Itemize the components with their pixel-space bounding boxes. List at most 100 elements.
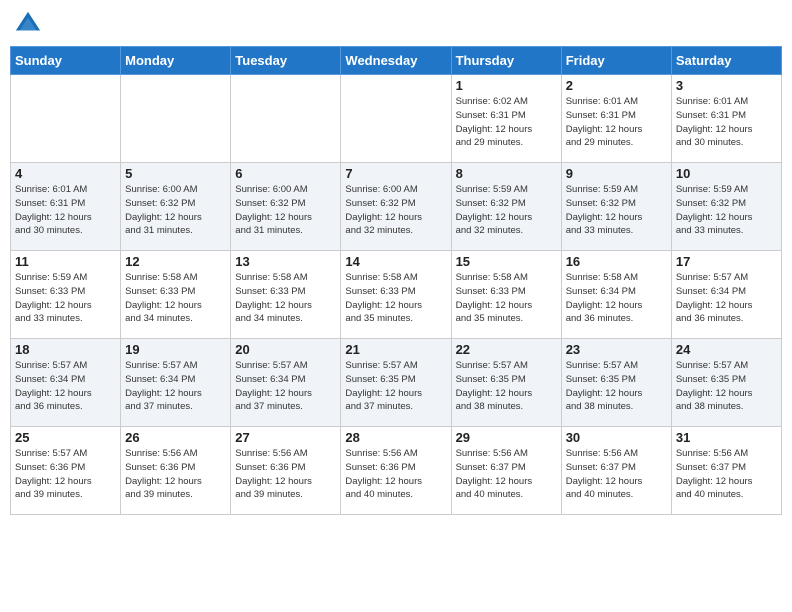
logo-icon <box>14 10 42 38</box>
week-row-5: 25 Sunrise: 5:57 AM Sunset: 6:36 PM Dayli… <box>11 427 782 515</box>
day-cell: 25 Sunrise: 5:57 AM Sunset: 6:36 PM Dayli… <box>11 427 121 515</box>
day-number: 29 <box>456 430 557 445</box>
day-info: Sunrise: 5:56 AM Sunset: 6:37 PM Dayligh… <box>566 447 667 502</box>
day-cell: 5Sunrise: 6:00 AM Sunset: 6:32 PM Daylig… <box>121 163 231 251</box>
day-info: Sunrise: 6:00 AM Sunset: 6:32 PM Dayligh… <box>235 183 336 238</box>
header-saturday: Saturday <box>671 47 781 75</box>
week-row-4: 18 Sunrise: 5:57 AM Sunset: 6:34 PM Dayli… <box>11 339 782 427</box>
day-info: Sunrise: 5:57 AM Sunset: 6:35 PM Dayligh… <box>345 359 446 414</box>
day-cell: 31 Sunrise: 5:56 AM Sunset: 6:37 PM Dayli… <box>671 427 781 515</box>
day-cell: 17 Sunrise: 5:57 AM Sunset: 6:34 PM Dayli… <box>671 251 781 339</box>
header-sunday: Sunday <box>11 47 121 75</box>
day-number: 12 <box>125 254 226 269</box>
day-number: 26 <box>125 430 226 445</box>
day-info: Sunrise: 5:58 AM Sunset: 6:33 PM Dayligh… <box>345 271 446 326</box>
day-info: Sunrise: 5:57 AM Sunset: 6:35 PM Dayligh… <box>456 359 557 414</box>
day-info: Sunrise: 5:59 AM Sunset: 6:32 PM Dayligh… <box>566 183 667 238</box>
day-info: Sunrise: 5:57 AM Sunset: 6:34 PM Dayligh… <box>15 359 116 414</box>
day-info: Sunrise: 5:59 AM Sunset: 6:32 PM Dayligh… <box>456 183 557 238</box>
day-cell: 26 Sunrise: 5:56 AM Sunset: 6:36 PM Dayli… <box>121 427 231 515</box>
day-info: Sunrise: 5:56 AM Sunset: 6:36 PM Dayligh… <box>235 447 336 502</box>
day-info: Sunrise: 5:58 AM Sunset: 6:33 PM Dayligh… <box>235 271 336 326</box>
day-number: 20 <box>235 342 336 357</box>
day-cell: 21Sunrise: 5:57 AM Sunset: 6:35 PM Dayli… <box>341 339 451 427</box>
day-info: Sunrise: 5:56 AM Sunset: 6:36 PM Dayligh… <box>345 447 446 502</box>
day-number: 31 <box>676 430 777 445</box>
day-info: Sunrise: 6:01 AM Sunset: 6:31 PM Dayligh… <box>676 95 777 150</box>
header-row: SundayMondayTuesdayWednesdayThursdayFrid… <box>11 47 782 75</box>
day-cell <box>11 75 121 163</box>
day-info: Sunrise: 6:00 AM Sunset: 6:32 PM Dayligh… <box>345 183 446 238</box>
day-cell: 15 Sunrise: 5:58 AM Sunset: 6:33 PM Dayli… <box>451 251 561 339</box>
day-cell: 16 Sunrise: 5:58 AM Sunset: 6:34 PM Dayli… <box>561 251 671 339</box>
day-cell: 27 Sunrise: 5:56 AM Sunset: 6:36 PM Dayli… <box>231 427 341 515</box>
day-number: 28 <box>345 430 446 445</box>
day-cell: 22Sunrise: 5:57 AM Sunset: 6:35 PM Dayli… <box>451 339 561 427</box>
day-cell: 10 Sunrise: 5:59 AM Sunset: 6:32 PM Dayli… <box>671 163 781 251</box>
week-row-3: 11 Sunrise: 5:59 AM Sunset: 6:33 PM Dayli… <box>11 251 782 339</box>
day-info: Sunrise: 5:56 AM Sunset: 6:36 PM Dayligh… <box>125 447 226 502</box>
day-cell <box>231 75 341 163</box>
day-number: 24 <box>676 342 777 357</box>
page-header <box>10 10 782 38</box>
day-info: Sunrise: 6:00 AM Sunset: 6:32 PM Dayligh… <box>125 183 226 238</box>
day-number: 3 <box>676 78 777 93</box>
day-info: Sunrise: 5:57 AM Sunset: 6:35 PM Dayligh… <box>676 359 777 414</box>
day-cell: 30 Sunrise: 5:56 AM Sunset: 6:37 PM Dayli… <box>561 427 671 515</box>
day-number: 16 <box>566 254 667 269</box>
day-info: Sunrise: 5:57 AM Sunset: 6:34 PM Dayligh… <box>235 359 336 414</box>
day-number: 6 <box>235 166 336 181</box>
day-cell: 8Sunrise: 5:59 AM Sunset: 6:32 PM Daylig… <box>451 163 561 251</box>
day-cell: 18 Sunrise: 5:57 AM Sunset: 6:34 PM Dayli… <box>11 339 121 427</box>
day-number: 19 <box>125 342 226 357</box>
day-number: 17 <box>676 254 777 269</box>
header-thursday: Thursday <box>451 47 561 75</box>
day-cell: 2 Sunrise: 6:01 AM Sunset: 6:31 PM Daylig… <box>561 75 671 163</box>
day-cell: 28 Sunrise: 5:56 AM Sunset: 6:36 PM Dayli… <box>341 427 451 515</box>
day-number: 2 <box>566 78 667 93</box>
week-row-1: 1 Sunrise: 6:02 AM Sunset: 6:31 PM Daylig… <box>11 75 782 163</box>
day-info: Sunrise: 5:57 AM Sunset: 6:36 PM Dayligh… <box>15 447 116 502</box>
day-cell: 24 Sunrise: 5:57 AM Sunset: 6:35 PM Dayli… <box>671 339 781 427</box>
day-number: 10 <box>676 166 777 181</box>
day-cell: 14Sunrise: 5:58 AM Sunset: 6:33 PM Dayli… <box>341 251 451 339</box>
day-info: Sunrise: 6:01 AM Sunset: 6:31 PM Dayligh… <box>566 95 667 150</box>
day-number: 30 <box>566 430 667 445</box>
logo <box>14 10 44 38</box>
day-number: 25 <box>15 430 116 445</box>
day-info: Sunrise: 5:58 AM Sunset: 6:33 PM Dayligh… <box>456 271 557 326</box>
day-cell: 6 Sunrise: 6:00 AM Sunset: 6:32 PM Daylig… <box>231 163 341 251</box>
header-wednesday: Wednesday <box>341 47 451 75</box>
day-cell: 20 Sunrise: 5:57 AM Sunset: 6:34 PM Dayli… <box>231 339 341 427</box>
day-number: 23 <box>566 342 667 357</box>
day-info: Sunrise: 5:59 AM Sunset: 6:32 PM Dayligh… <box>676 183 777 238</box>
day-number: 15 <box>456 254 557 269</box>
day-cell: 11 Sunrise: 5:59 AM Sunset: 6:33 PM Dayli… <box>11 251 121 339</box>
day-info: Sunrise: 5:56 AM Sunset: 6:37 PM Dayligh… <box>456 447 557 502</box>
day-info: Sunrise: 5:59 AM Sunset: 6:33 PM Dayligh… <box>15 271 116 326</box>
day-number: 1 <box>456 78 557 93</box>
day-info: Sunrise: 5:57 AM Sunset: 6:34 PM Dayligh… <box>125 359 226 414</box>
day-info: Sunrise: 5:57 AM Sunset: 6:35 PM Dayligh… <box>566 359 667 414</box>
day-info: Sunrise: 6:02 AM Sunset: 6:31 PM Dayligh… <box>456 95 557 150</box>
day-number: 7 <box>345 166 446 181</box>
day-cell: 9Sunrise: 5:59 AM Sunset: 6:32 PM Daylig… <box>561 163 671 251</box>
day-cell: 23 Sunrise: 5:57 AM Sunset: 6:35 PM Dayli… <box>561 339 671 427</box>
header-tuesday: Tuesday <box>231 47 341 75</box>
day-cell: 29 Sunrise: 5:56 AM Sunset: 6:37 PM Dayli… <box>451 427 561 515</box>
day-number: 13 <box>235 254 336 269</box>
day-info: Sunrise: 5:57 AM Sunset: 6:34 PM Dayligh… <box>676 271 777 326</box>
day-number: 27 <box>235 430 336 445</box>
header-monday: Monday <box>121 47 231 75</box>
day-cell: 1 Sunrise: 6:02 AM Sunset: 6:31 PM Daylig… <box>451 75 561 163</box>
day-cell: 3 Sunrise: 6:01 AM Sunset: 6:31 PM Daylig… <box>671 75 781 163</box>
day-info: Sunrise: 5:58 AM Sunset: 6:34 PM Dayligh… <box>566 271 667 326</box>
day-info: Sunrise: 6:01 AM Sunset: 6:31 PM Dayligh… <box>15 183 116 238</box>
day-number: 4 <box>15 166 116 181</box>
day-number: 18 <box>15 342 116 357</box>
day-cell: 4 Sunrise: 6:01 AM Sunset: 6:31 PM Daylig… <box>11 163 121 251</box>
day-info: Sunrise: 5:56 AM Sunset: 6:37 PM Dayligh… <box>676 447 777 502</box>
week-row-2: 4 Sunrise: 6:01 AM Sunset: 6:31 PM Daylig… <box>11 163 782 251</box>
day-info: Sunrise: 5:58 AM Sunset: 6:33 PM Dayligh… <box>125 271 226 326</box>
day-number: 11 <box>15 254 116 269</box>
